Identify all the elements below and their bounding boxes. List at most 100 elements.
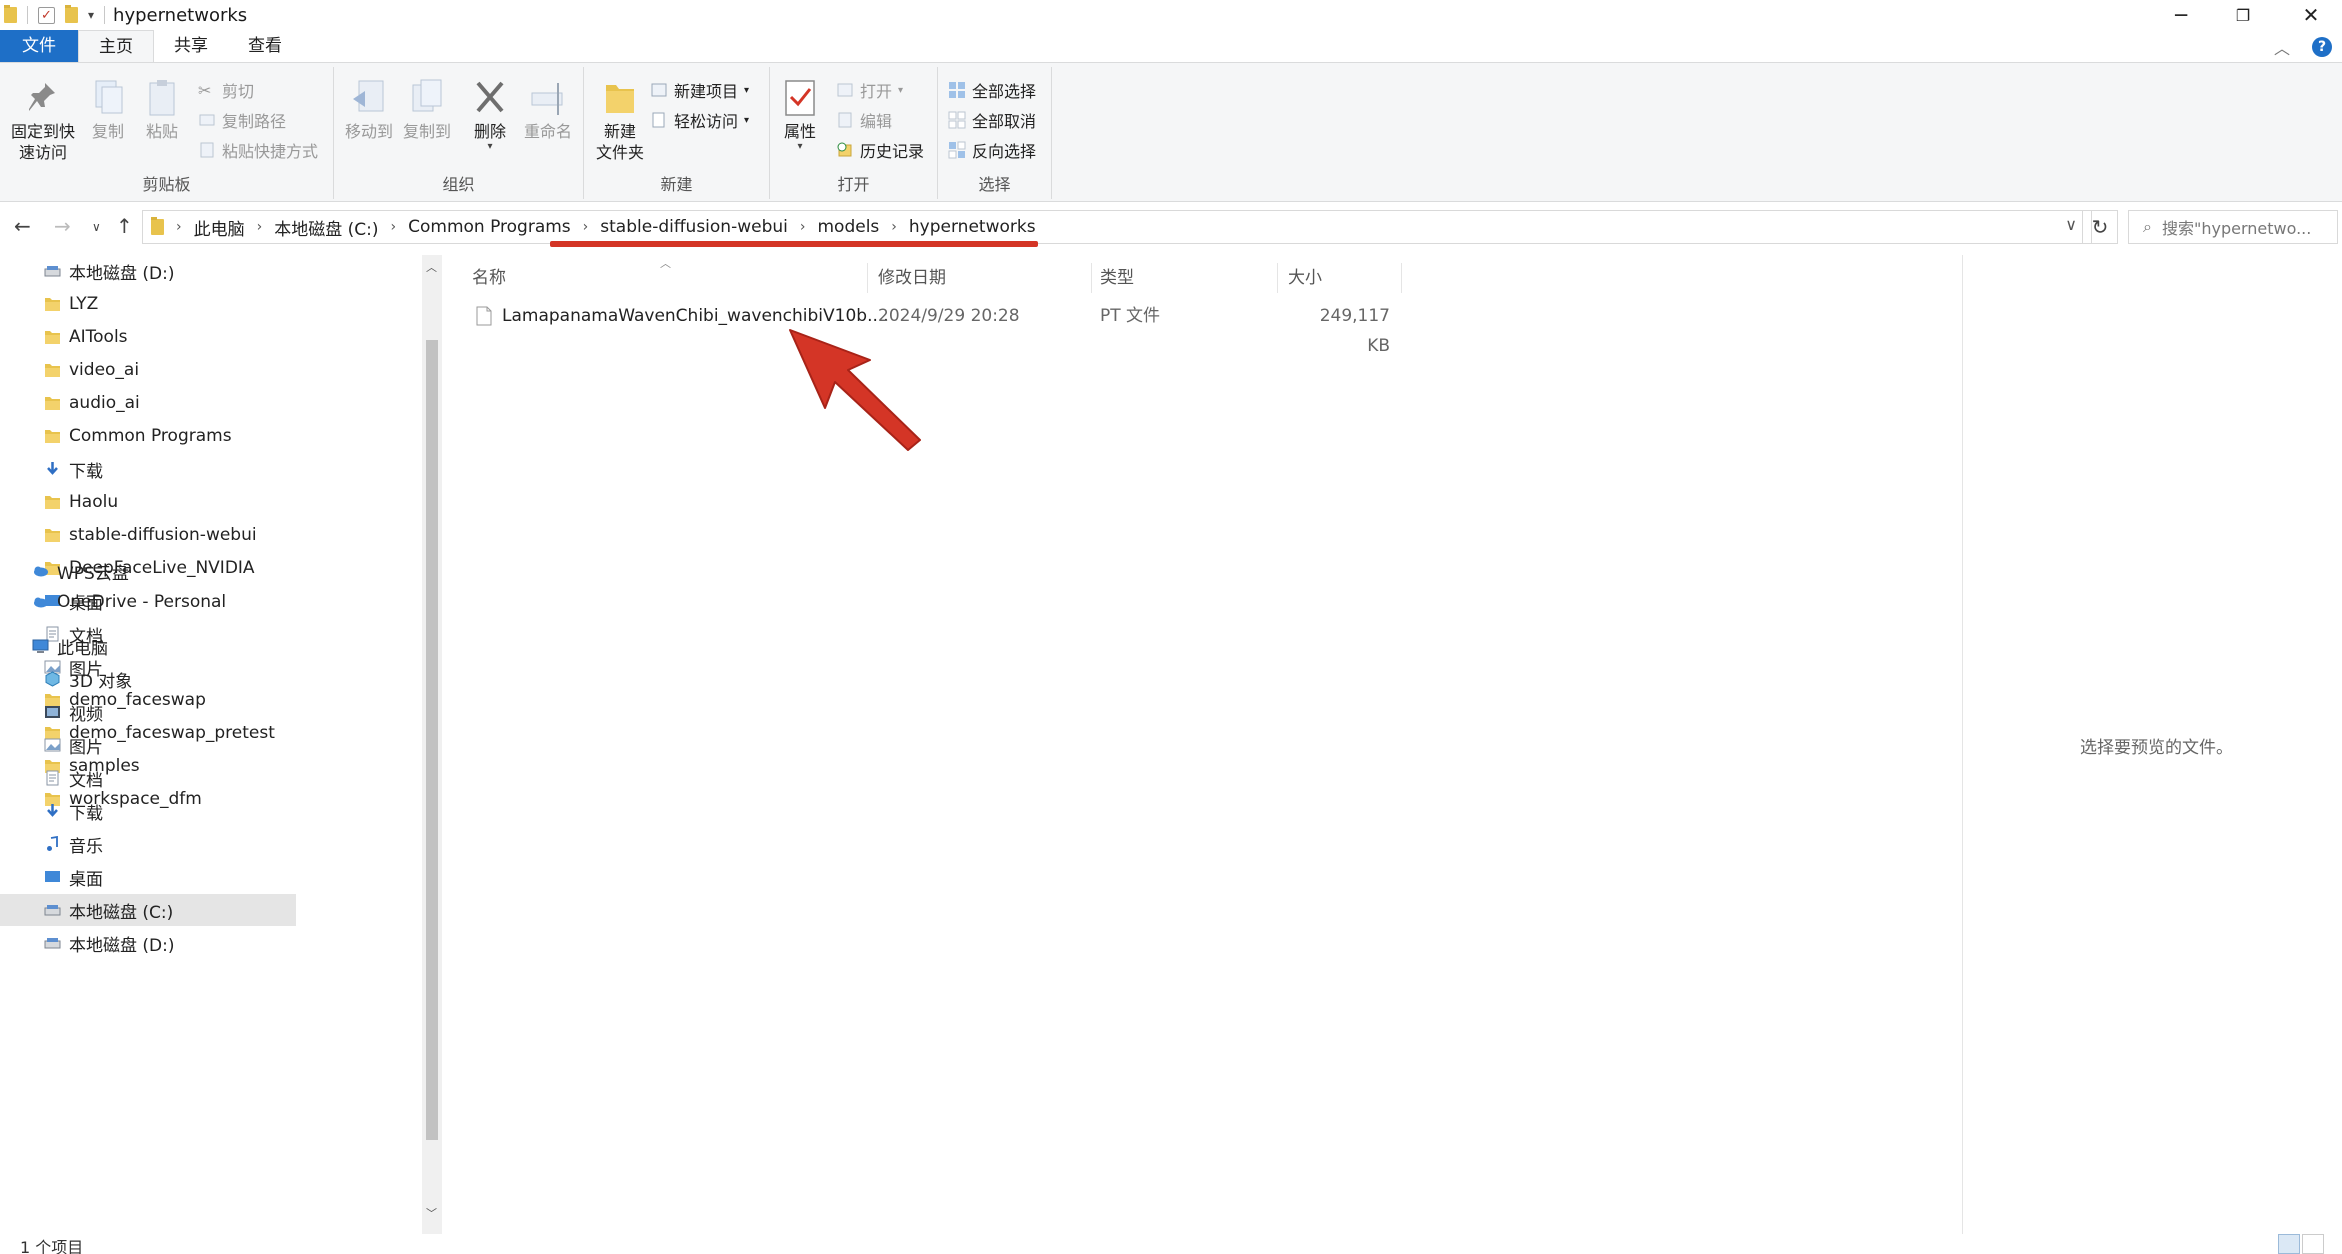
new-folder-button[interactable]: 新建 文件夹 xyxy=(592,77,648,163)
rename-button[interactable]: 重命名 xyxy=(520,77,576,142)
sidebar-pc-item-7[interactable]: 本地磁盘 (C:) xyxy=(0,894,296,926)
open-button[interactable]: 打开 ▾ xyxy=(836,77,903,103)
sidebar-item-wps[interactable]: WPS云盘 xyxy=(0,555,296,587)
new-item-button[interactable]: 新建项目 ▾ xyxy=(650,77,749,103)
file-size: 249,117 KB xyxy=(1319,306,1390,356)
chevron-down-icon: ▾ xyxy=(744,84,750,96)
download-icon xyxy=(44,803,61,819)
easy-access-button[interactable]: 轻松访问 ▾ xyxy=(650,107,749,133)
search-input[interactable]: 搜索"hypernetwo... xyxy=(2162,215,2311,239)
scroll-up-icon[interactable]: ︿ xyxy=(426,259,437,275)
sidebar-item-label: audio_ai xyxy=(69,393,140,413)
sidebar-pc-item-6[interactable]: 桌面 xyxy=(0,861,296,893)
forward-arrow-icon[interactable]: → xyxy=(54,214,71,238)
breadcrumb-hypernetworks[interactable]: hypernetworks xyxy=(903,217,1042,237)
refresh-button[interactable]: ↻ xyxy=(2082,210,2118,244)
sidebar-item-8[interactable]: stable-diffusion-webui📌 xyxy=(0,519,296,551)
navigation-pane-scrollbar[interactable]: ︿ ﹀ xyxy=(422,255,442,1234)
breadcrumb-separator[interactable]: › xyxy=(885,219,903,235)
history-button[interactable]: 历史记录 xyxy=(836,137,924,163)
copy-button[interactable]: 复制 xyxy=(86,77,130,142)
restore-button[interactable]: ❐ xyxy=(2212,0,2274,30)
scrollbar-thumb[interactable] xyxy=(426,340,438,1140)
new-folder-quick-icon[interactable] xyxy=(65,5,78,23)
back-arrow-icon[interactable]: ← xyxy=(14,214,31,238)
sidebar-item-label: 文档 xyxy=(69,770,103,791)
file-type: PT 文件 xyxy=(1100,306,1161,326)
address-bar[interactable]: › 此电脑 › 本地磁盘 (C:) › Common Programs › st… xyxy=(142,210,2092,244)
help-icon[interactable]: ? xyxy=(2312,37,2332,57)
preview-pane-divider[interactable] xyxy=(1962,255,1963,1234)
pin-quick-access-button[interactable]: 固定到快 速访问 xyxy=(6,77,80,163)
large-icons-view-icon[interactable] xyxy=(2302,1234,2324,1254)
scroll-down-icon[interactable]: ﹀ xyxy=(426,1205,437,1221)
breadcrumb-this-pc[interactable]: 此电脑 xyxy=(188,215,251,240)
copy-to-button[interactable]: 复制到 xyxy=(400,77,454,142)
recent-locations-chevron-icon[interactable]: ∨ xyxy=(92,220,101,234)
copy-path-button[interactable]: 复制路径 xyxy=(198,107,286,133)
breadcrumb-separator[interactable]: › xyxy=(794,219,812,235)
sidebar-item-this-pc[interactable]: 此电脑 xyxy=(0,630,296,662)
sidebar-item-onedrive[interactable]: OneDrive - Personal xyxy=(0,586,296,618)
minimize-button[interactable]: ─ xyxy=(2150,0,2212,30)
properties-quick-icon[interactable]: ✓ xyxy=(38,6,55,24)
breadcrumb-separator[interactable]: › xyxy=(577,219,595,235)
open-group: 属性 ▾ 打开 ▾ 编辑 历史记录 打开 xyxy=(770,67,938,199)
delete-x-icon xyxy=(470,77,510,119)
breadcrumb-drive-c[interactable]: 本地磁盘 (C:) xyxy=(268,215,384,240)
collapse-ribbon-icon[interactable]: ︿ xyxy=(2274,35,2290,59)
breadcrumb-models[interactable]: models xyxy=(811,217,885,237)
easy-access-icon xyxy=(650,111,668,129)
paste-shortcut-button[interactable]: 粘贴快捷方式 xyxy=(198,137,318,163)
paste-button[interactable]: 粘贴 xyxy=(140,77,184,142)
breadcrumb-common-programs[interactable]: Common Programs xyxy=(402,217,577,237)
edit-label: 编辑 xyxy=(860,112,893,131)
sidebar-item-1[interactable]: LYZ📌 xyxy=(0,288,296,320)
sidebar-item-0[interactable]: 本地磁盘 (D:)📌 xyxy=(0,255,296,287)
sidebar-pc-item-8[interactable]: 本地磁盘 (D:) xyxy=(0,927,296,959)
sidebar-pc-item-0[interactable]: 3D 对象 xyxy=(0,663,296,695)
sidebar-pc-item-4[interactable]: 下载 xyxy=(0,795,296,827)
search-box[interactable]: ⌕ 搜索"hypernetwo... xyxy=(2128,210,2338,244)
select-none-button[interactable]: 全部取消 xyxy=(948,107,1036,133)
tab-share[interactable]: 共享 xyxy=(154,30,228,62)
properties-button[interactable]: 属性 ▾ xyxy=(780,77,820,152)
sidebar-item-3[interactable]: video_ai📌 xyxy=(0,354,296,386)
edit-button[interactable]: 编辑 xyxy=(836,107,892,133)
address-dropdown-chevron-icon[interactable]: ∨ xyxy=(2065,215,2077,234)
invert-selection-button[interactable]: 反向选择 xyxy=(948,137,1036,163)
sidebar-item-2[interactable]: AITools📌 xyxy=(0,321,296,353)
sidebar-item-4[interactable]: audio_ai📌 xyxy=(0,387,296,419)
paste-shortcut-icon xyxy=(198,141,216,159)
sidebar-item-6[interactable]: 下载📌 xyxy=(0,453,296,485)
cut-button[interactable]: ✂ 剪切 xyxy=(198,77,254,103)
pin-label-line2: 速访问 xyxy=(18,143,67,162)
copy-icon xyxy=(88,77,128,119)
tab-file[interactable]: 文件 xyxy=(0,30,78,62)
tab-view[interactable]: 查看 xyxy=(228,30,302,62)
breadcrumb-separator[interactable]: › xyxy=(251,219,269,235)
preview-empty-text: 选择要预览的文件。 xyxy=(2080,738,2233,758)
title-bar: ✓ ▾ hypernetworks ─ ❐ ✕ xyxy=(0,0,2342,30)
breadcrumb-separator[interactable]: › xyxy=(170,219,188,235)
sidebar-pc-item-5[interactable]: 音乐 xyxy=(0,828,296,860)
customize-quick-access-icon[interactable]: ▾ xyxy=(88,8,94,22)
delete-button[interactable]: 删除 ▾ xyxy=(470,77,510,152)
sidebar-item-7[interactable]: Haolu📌 xyxy=(0,486,296,518)
breadcrumb-stable-diffusion-webui[interactable]: stable-diffusion-webui xyxy=(594,217,794,237)
move-to-button[interactable]: 移动到 xyxy=(342,77,396,142)
close-button[interactable]: ✕ xyxy=(2280,0,2342,30)
sidebar-pc-item-2[interactable]: 图片 xyxy=(0,729,296,761)
pc-icon xyxy=(32,638,49,654)
sidebar-item-label: AITools xyxy=(69,327,128,347)
sidebar-item-5[interactable]: Common Programs📌 xyxy=(0,420,296,452)
sidebar-pc-item-1[interactable]: 视频 xyxy=(0,696,296,728)
up-arrow-icon[interactable]: ↑ xyxy=(116,214,133,238)
separator xyxy=(104,6,106,24)
details-view-icon[interactable] xyxy=(2278,1234,2300,1254)
breadcrumb-separator[interactable]: › xyxy=(385,219,403,235)
sidebar-pc-item-3[interactable]: 文档 xyxy=(0,762,296,794)
tab-home[interactable]: 主页 xyxy=(78,30,154,62)
sidebar-item-label: Haolu xyxy=(69,492,119,512)
select-all-button[interactable]: 全部选择 xyxy=(948,77,1036,103)
